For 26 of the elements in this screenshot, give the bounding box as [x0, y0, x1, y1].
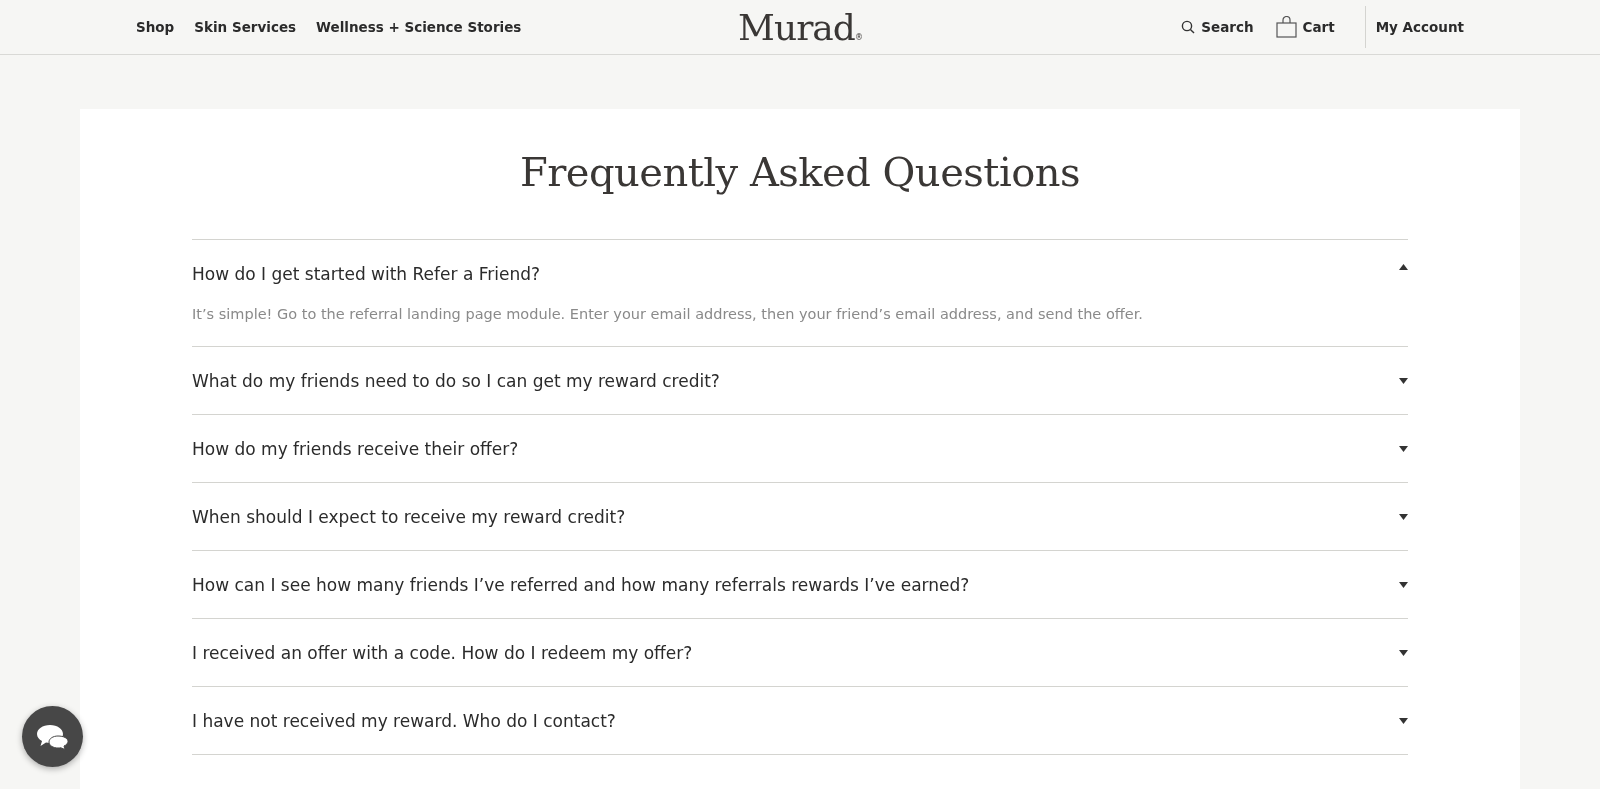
caret-down-icon: [1399, 513, 1408, 520]
caret-down-icon: [1399, 581, 1408, 588]
search-link[interactable]: Search: [1181, 19, 1254, 35]
caret-down-icon: [1399, 445, 1408, 452]
page-title: Frequently Asked Questions: [518, 149, 1082, 195]
account-link[interactable]: My Account: [1375, 19, 1464, 35]
caret-down-icon: [1399, 377, 1408, 384]
caret-up-icon: [1399, 264, 1408, 270]
search-icon: [1181, 20, 1196, 34]
faq-question[interactable]: How do I get started with Refer a Friend?: [192, 240, 1408, 306]
faq-question[interactable]: When should I expect to receive my reward credit?: [192, 483, 1408, 550]
cart-link[interactable]: Cart: [1275, 16, 1335, 38]
faq-question[interactable]: How can I see how many friends I’ve referred and how many referrals rewards I’ve earned?: [192, 551, 1408, 618]
chat-button[interactable]: [22, 706, 83, 767]
nav-link[interactable]: Skin Services: [194, 19, 297, 35]
nav-link[interactable]: Shop: [136, 19, 175, 35]
nav-link[interactable]: Wellness + Science Stories: [316, 19, 522, 35]
caret-down-icon: [1399, 717, 1408, 724]
shopping-bag-icon: [1275, 16, 1297, 38]
faq-question[interactable]: How do my friends receive their offer?: [192, 415, 1408, 482]
faq-question[interactable]: I received an offer with a code. How do I redeem my offer?: [192, 619, 1408, 686]
faq-question[interactable]: What do my friends need to do so I can get my reward credit?: [192, 347, 1408, 414]
caret-down-icon: [1399, 649, 1408, 656]
faq-answer: It’s simple! Go to the referral landing page module. Enter your email address, then your friend’s email address, and send the offer.: [192, 306, 1144, 324]
chat-bubbles-icon: [35, 723, 70, 750]
faq-question[interactable]: I have not received my reward. Who do I contact?: [192, 687, 1408, 754]
